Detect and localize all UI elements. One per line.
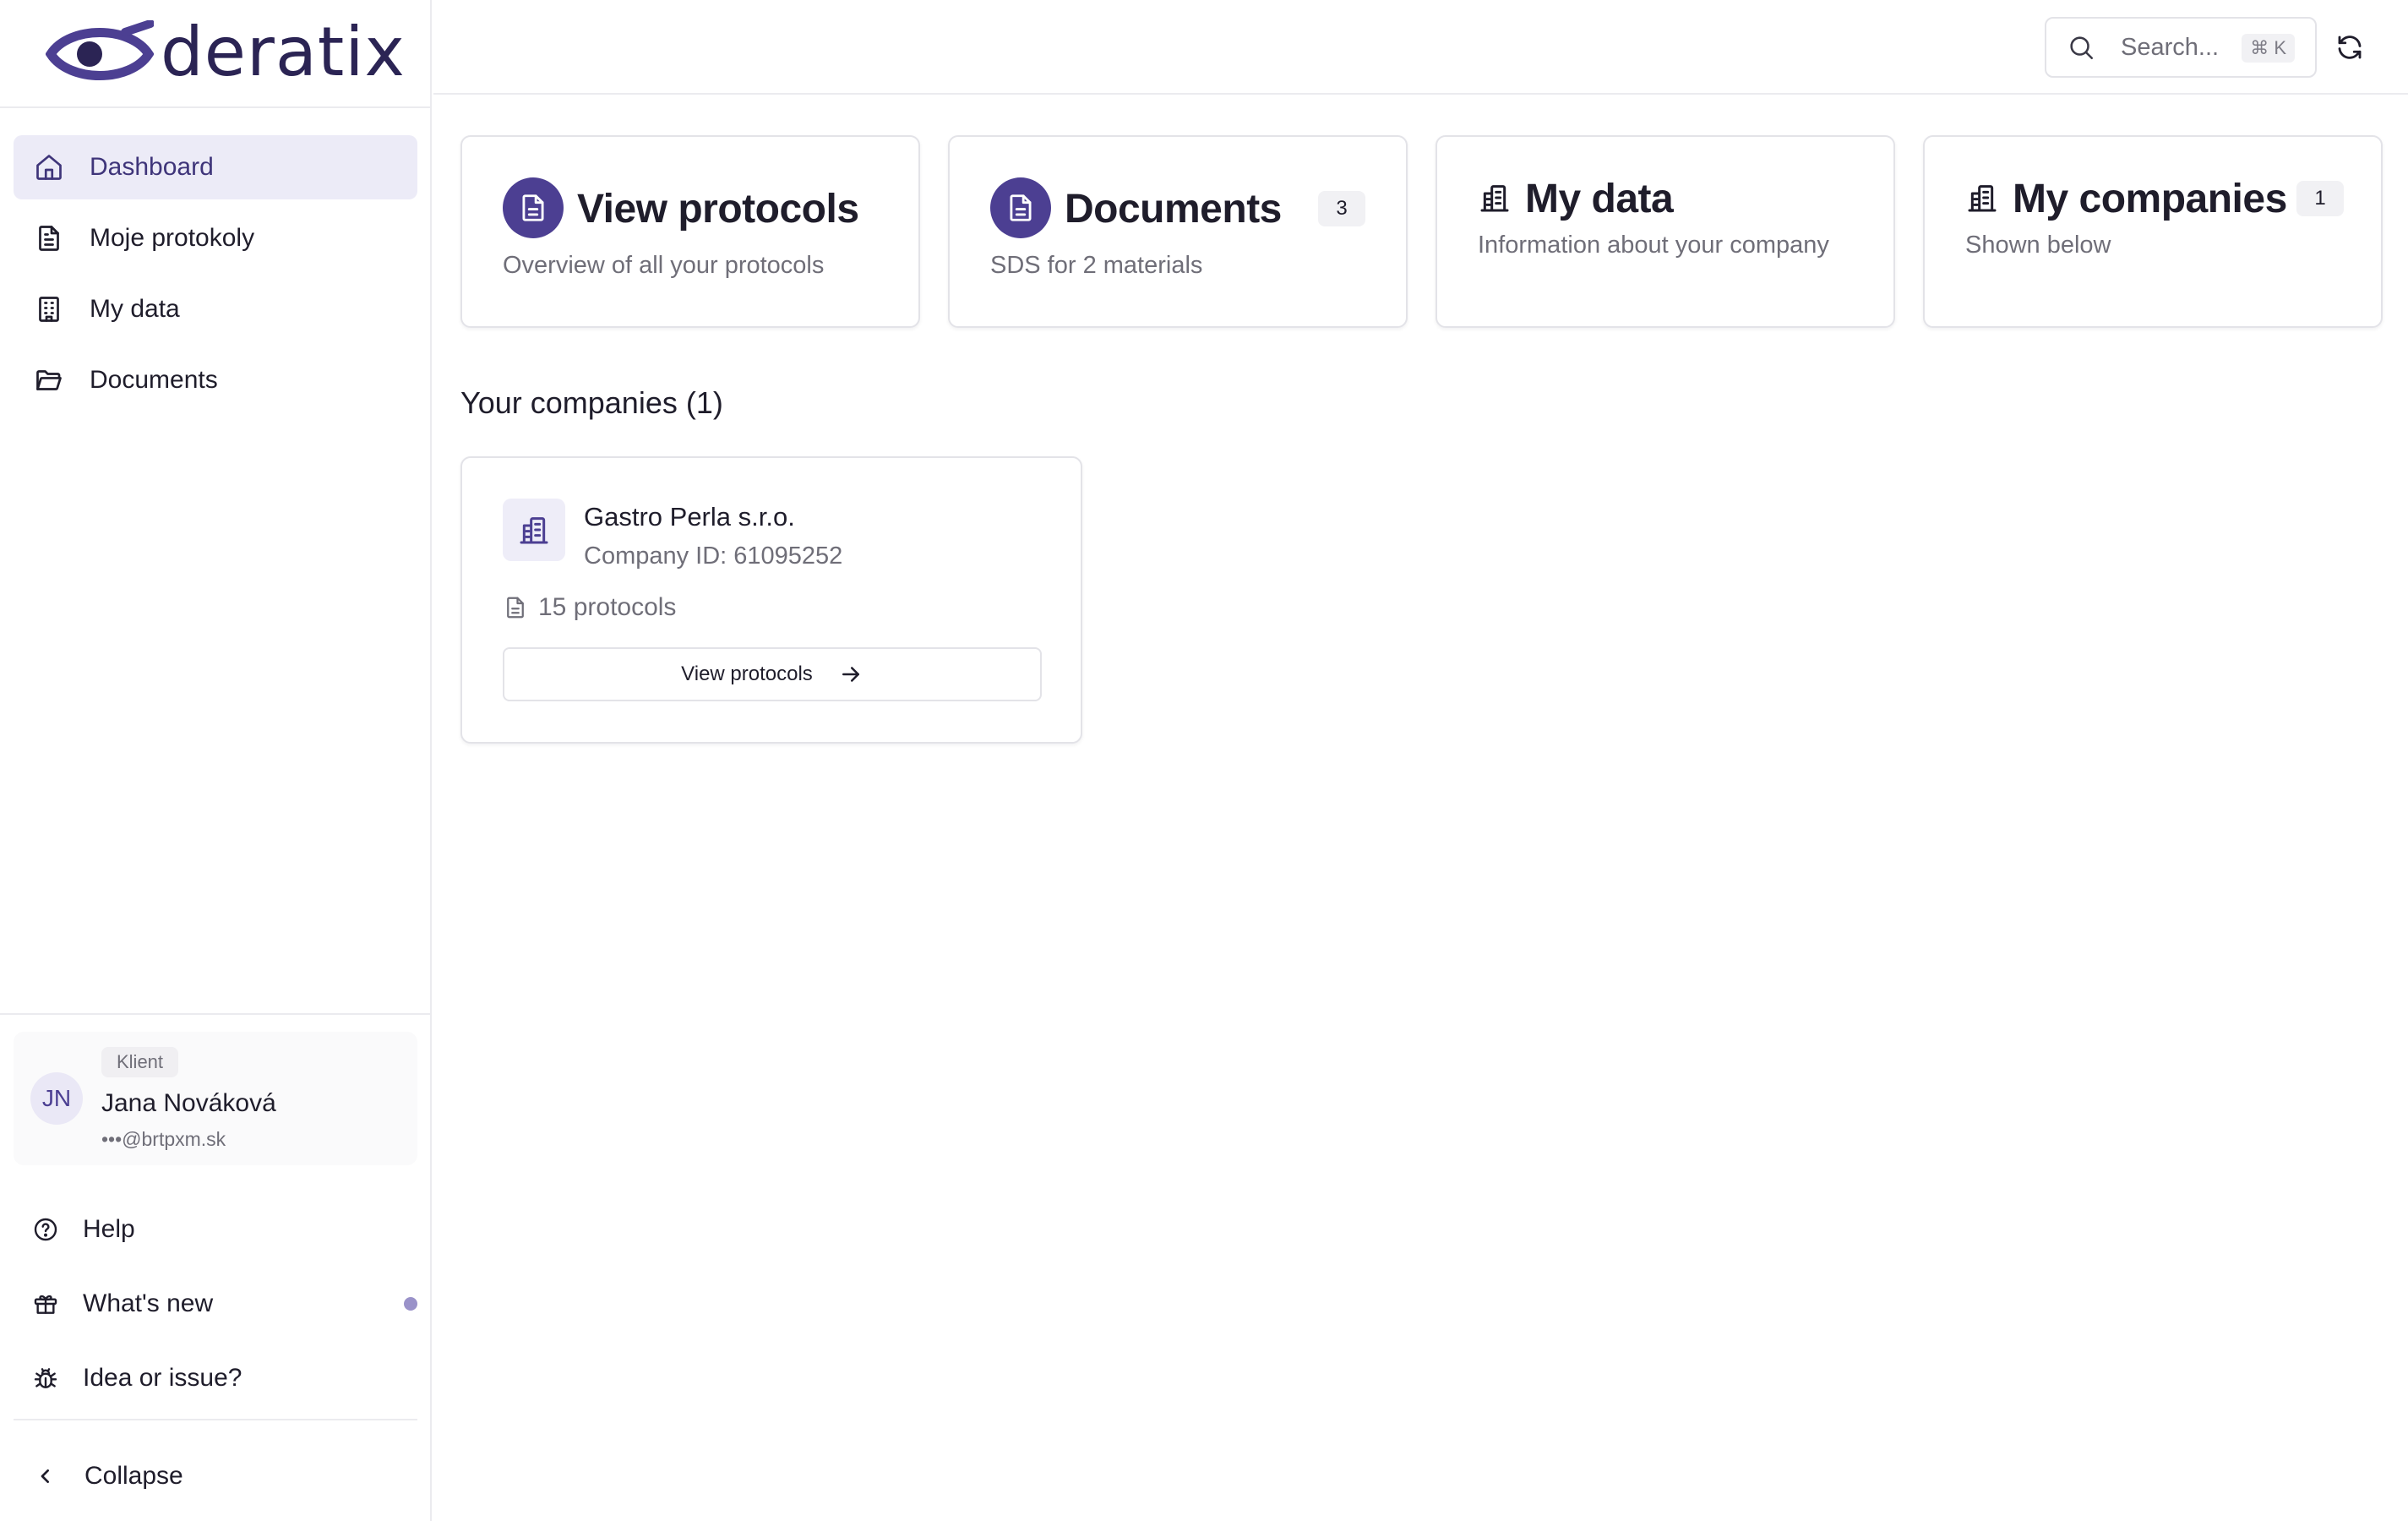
company-card: Gastro Perla s.r.o. Company ID: 61095252… xyxy=(460,456,1082,744)
building-icon xyxy=(520,517,548,544)
card-title: My data xyxy=(1525,177,1674,221)
card-subtitle: Information about your company xyxy=(1478,232,1829,259)
nav-item-dashboard[interactable]: Dashboard xyxy=(14,135,417,199)
nav-label: My data xyxy=(90,295,180,323)
company-id: Company ID: 61095252 xyxy=(584,542,843,570)
new-indicator-dot xyxy=(404,1297,417,1311)
nav-label: Documents xyxy=(90,366,218,394)
section-title: Your companies (1) xyxy=(460,385,723,420)
refresh-icon xyxy=(2338,35,2362,59)
nav-item-moje-protokoly[interactable]: Moje protokoly xyxy=(14,206,417,270)
nav-label: Dashboard xyxy=(90,153,214,181)
search-icon xyxy=(2070,36,2094,60)
link-label: What's new xyxy=(83,1289,214,1317)
logo-eye-icon xyxy=(46,20,154,80)
bug-icon xyxy=(34,1368,57,1388)
feedback-link[interactable]: Idea or issue? xyxy=(14,1341,417,1415)
card-icon-circle xyxy=(503,177,564,238)
user-name: Jana Nováková xyxy=(101,1089,276,1117)
building-icon xyxy=(39,297,59,322)
keyboard-shortcut: ⌘ K xyxy=(2242,34,2295,63)
card-title: My companies xyxy=(2013,177,2287,221)
card-my-data[interactable]: My data Information about your company xyxy=(1436,135,1895,328)
app: deratix Dashboard Moje protokoly My data… xyxy=(0,0,2408,1521)
document-icon xyxy=(522,194,544,221)
company-name: Gastro Perla s.r.o. xyxy=(584,502,795,532)
document-icon xyxy=(507,597,524,619)
sidebar: deratix Dashboard Moje protokoly My data… xyxy=(0,0,432,1521)
card-my-companies[interactable]: My companies 1 Shown below xyxy=(1923,135,2383,328)
document-icon xyxy=(39,226,59,251)
chevron-left-icon xyxy=(41,1469,49,1483)
top-bar: Search... ⌘ K xyxy=(433,0,2408,95)
count-badge: 1 xyxy=(2296,181,2344,216)
protocol-count: 15 protocols xyxy=(503,593,676,622)
logo-text: deratix xyxy=(161,13,406,91)
card-subtitle: Overview of all your protocols xyxy=(503,252,825,279)
view-protocols-button[interactable]: View protocols xyxy=(503,647,1042,701)
sidebar-footer: JN Klient Jana Nováková •••@brtpxm.sk He… xyxy=(0,1013,430,1521)
role-badge: Klient xyxy=(101,1047,179,1077)
arrow-right-icon xyxy=(842,667,859,682)
refresh-button[interactable] xyxy=(2331,29,2368,66)
bottom-links: Help What's new Idea or issue? xyxy=(14,1192,417,1415)
card-subtitle: Shown below xyxy=(1965,232,2111,259)
button-label: View protocols xyxy=(681,662,813,685)
whats-new-link[interactable]: What's new xyxy=(14,1267,417,1341)
card-title: Documents xyxy=(1065,187,1282,232)
link-label: Idea or issue? xyxy=(83,1364,242,1392)
card-title: View protocols xyxy=(577,187,859,232)
home-icon xyxy=(36,155,62,180)
nav-label: Moje protokoly xyxy=(90,224,255,252)
avatar: JN xyxy=(30,1072,83,1125)
collapse-label: Collapse xyxy=(84,1462,183,1490)
nav-item-my-data[interactable]: My data xyxy=(14,277,417,341)
protocol-count-label: 15 protocols xyxy=(538,593,677,621)
gift-icon xyxy=(34,1295,57,1314)
collapse-button[interactable]: Collapse xyxy=(14,1444,417,1508)
nav-item-documents[interactable]: Documents xyxy=(14,348,417,412)
folder-icon xyxy=(36,370,62,390)
logo[interactable]: deratix xyxy=(0,0,430,108)
user-email: •••@brtpxm.sk xyxy=(101,1128,226,1150)
count-badge: 3 xyxy=(1318,191,1365,226)
card-icon-circle xyxy=(990,177,1051,238)
card-documents[interactable]: Documents 3 SDS for 2 materials xyxy=(948,135,1408,328)
search-placeholder: Search... xyxy=(2121,33,2220,61)
link-label: Help xyxy=(83,1215,135,1243)
search-input[interactable]: Search... ⌘ K xyxy=(2045,17,2317,78)
building-icon xyxy=(1480,185,1509,212)
card-subtitle: SDS for 2 materials xyxy=(990,252,1203,279)
divider xyxy=(14,1419,417,1420)
help-link[interactable]: Help xyxy=(14,1192,417,1267)
building-icon xyxy=(1968,185,1997,212)
card-view-protocols[interactable]: View protocols Overview of all your prot… xyxy=(460,135,920,328)
main-nav: Dashboard Moje protokoly My data Documen… xyxy=(14,135,417,419)
company-icon-box xyxy=(503,499,565,561)
help-circle-icon xyxy=(34,1218,57,1241)
user-card[interactable]: JN Klient Jana Nováková •••@brtpxm.sk xyxy=(14,1032,417,1165)
document-icon xyxy=(1010,194,1032,221)
